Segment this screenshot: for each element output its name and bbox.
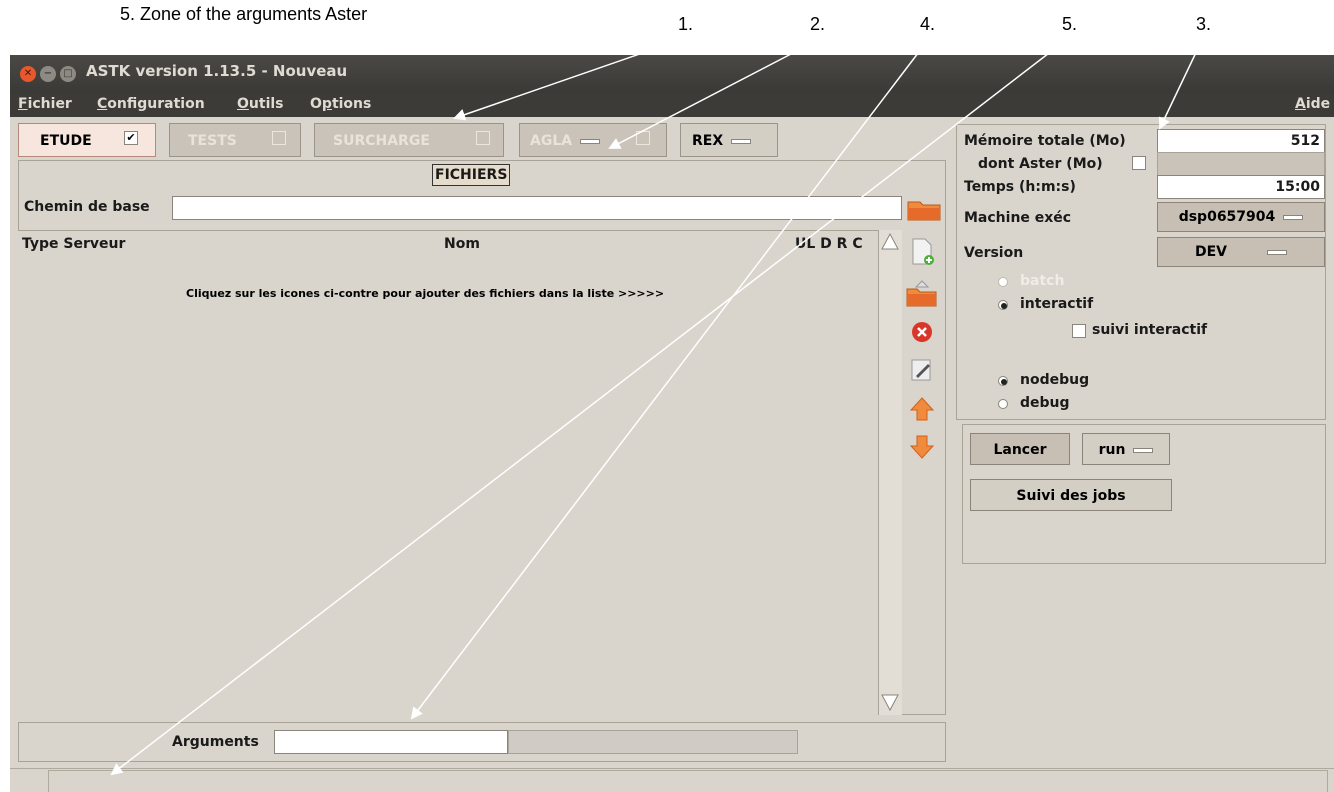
annotation-arrows bbox=[110, 39, 1203, 776]
